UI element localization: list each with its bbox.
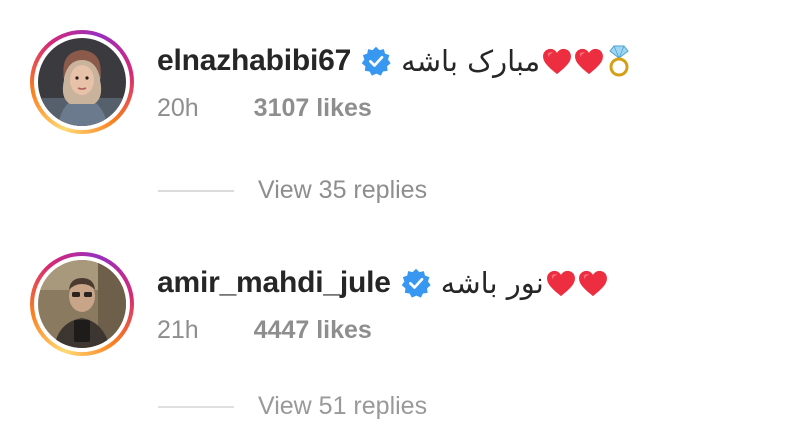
avatar[interactable] [30, 252, 134, 356]
heart-icon [575, 48, 604, 74]
view-replies-button[interactable]: View 35 replies [158, 176, 427, 205]
heart-icon [543, 48, 572, 74]
heart-icon [578, 270, 607, 296]
comment-time: 20h [157, 94, 199, 122]
replies-divider [158, 405, 234, 408]
comment-text: نور باشه [441, 266, 608, 300]
likes-count[interactable]: 4447 likes [254, 316, 372, 344]
comment-time: 21h [157, 316, 199, 344]
comment-username[interactable]: elnazhabibi67 [157, 44, 351, 78]
heart-icon [546, 270, 575, 296]
comment-meta: 20h 3107 likes [157, 94, 372, 123]
comment-meta: 21h 4447 likes [157, 316, 372, 345]
avatar-photo [38, 38, 126, 126]
comment-text: مبارک باشه [401, 44, 630, 78]
comment-item: elnazhabibi67 مبارک باشه 20h 3107 likes [30, 30, 790, 160]
likes-count[interactable]: 3107 likes [254, 94, 372, 122]
avatar-photo [38, 260, 126, 348]
view-replies-label[interactable]: View 51 replies [258, 392, 427, 421]
view-replies-label[interactable]: View 35 replies [258, 176, 427, 205]
comment-username[interactable]: amir_mahdi_jule [157, 266, 391, 300]
comment-text-content: مبارک باشه [401, 44, 541, 78]
comment-item: amir_mahdi_jule نور باشه 21h 4447 likes [30, 252, 790, 382]
ring-icon [609, 45, 629, 77]
verified-badge-icon [401, 268, 431, 298]
replies-divider [158, 189, 234, 192]
verified-badge-icon [361, 46, 391, 76]
avatar[interactable] [30, 30, 134, 134]
comment-text-content: نور باشه [440, 266, 544, 300]
view-replies-button[interactable]: View 51 replies [158, 392, 427, 421]
